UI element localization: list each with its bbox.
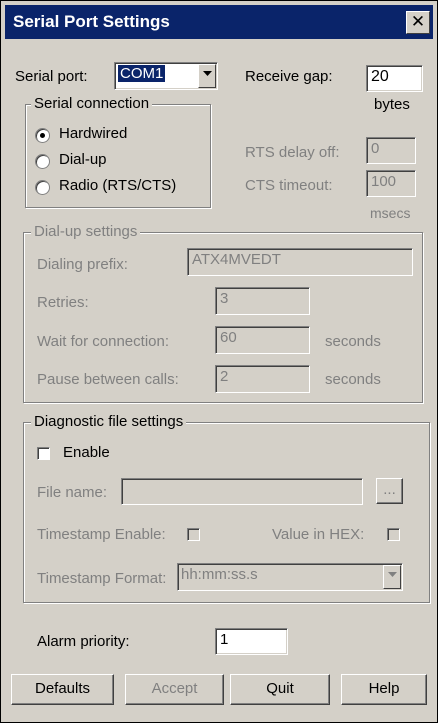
timestamp-format-label: Timestamp Format: [37,570,167,587]
chevron-down-icon [203,71,212,76]
title-bar[interactable]: Serial Port Settings ✕ [5,5,433,39]
rts-delay-off-label: RTS delay off: [245,144,340,161]
help-button[interactable]: Help [341,674,427,705]
quit-button[interactable]: Quit [230,674,330,705]
timestamp-format-combo[interactable]: hh:mm:ss.s [177,563,403,591]
file-name-label: File name: [37,484,108,501]
close-button[interactable]: ✕ [406,11,430,34]
receive-gap-label: Receive gap: [245,68,333,85]
serial-port-dropdown-button[interactable] [198,64,216,88]
radio-button-selected[interactable] [35,128,50,143]
msecs-label: msecs [370,205,411,221]
timestamp-format-dropdown-button[interactable] [383,565,401,589]
radio-hardwired[interactable]: Hardwired [35,125,205,145]
wait-for-connection-input[interactable]: 60 [215,326,310,354]
dialing-prefix-input[interactable]: ATX4MVEDT [187,248,413,276]
serial-port-value: COM1 [116,64,167,83]
radio-button[interactable] [35,154,50,169]
dialup-settings-title: Dial-up settings [31,223,141,240]
radio-radio-rts-cts-label: Radio (RTS/CTS) [59,177,177,194]
rts-delay-off-input[interactable]: 0 [366,137,416,164]
browse-button[interactable]: ... [376,478,403,504]
timestamp-enable-checkbox[interactable] [187,528,200,541]
radio-dot-icon [40,133,45,138]
radio-dial-up[interactable]: Dial-up [35,151,205,171]
checkbox[interactable] [37,447,50,460]
wait-for-connection-label: Wait for connection: [37,333,170,350]
timestamp-enable-label: Timestamp Enable: [37,526,166,543]
value-in-hex-checkbox[interactable] [387,528,400,541]
serial-connection-title: Serial connection [31,95,153,112]
timestamp-format-value: hh:mm:ss.s [181,566,258,583]
radio-hardwired-label: Hardwired [59,125,128,142]
serial-port-combo[interactable]: COM1 [114,62,218,90]
cts-timeout-label: CTS timeout: [245,177,333,194]
window-title: Serial Port Settings [13,12,170,31]
dialing-prefix-label: Dialing prefix: [37,256,128,273]
serial-port-label: Serial port: [15,68,88,85]
cts-timeout-input[interactable]: 100 [366,170,416,197]
value-in-hex-label: Value in HEX: [272,526,365,543]
pause-between-calls-label: Pause between calls: [37,371,179,388]
receive-gap-input[interactable]: 20 [366,65,423,92]
close-icon: ✕ [410,12,426,31]
receive-gap-unit: bytes [374,96,410,113]
accept-button[interactable]: Accept [125,674,224,705]
retries-input[interactable]: 3 [215,287,310,315]
diagnostic-file-settings-title: Diagnostic file settings [31,413,187,430]
enable-checkbox[interactable]: Enable [37,444,137,464]
radio-radio-rts-cts[interactable]: Radio (RTS/CTS) [35,177,210,197]
chevron-down-icon [388,572,397,577]
defaults-button[interactable]: Defaults [11,674,114,705]
serial-port-settings-dialog: Serial Port Settings ✕ Serial port: COM1… [0,0,438,723]
wait-for-connection-unit: seconds [325,333,381,350]
radio-button[interactable] [35,180,50,195]
file-name-input[interactable] [121,478,363,505]
alarm-priority-input[interactable]: 1 [215,628,288,655]
pause-between-calls-unit: seconds [325,371,381,388]
retries-label: Retries: [37,294,89,311]
enable-label: Enable [63,444,110,461]
alarm-priority-label: Alarm priority: [37,633,130,650]
pause-between-calls-input[interactable]: 2 [215,365,310,393]
radio-dial-up-label: Dial-up [59,151,107,168]
